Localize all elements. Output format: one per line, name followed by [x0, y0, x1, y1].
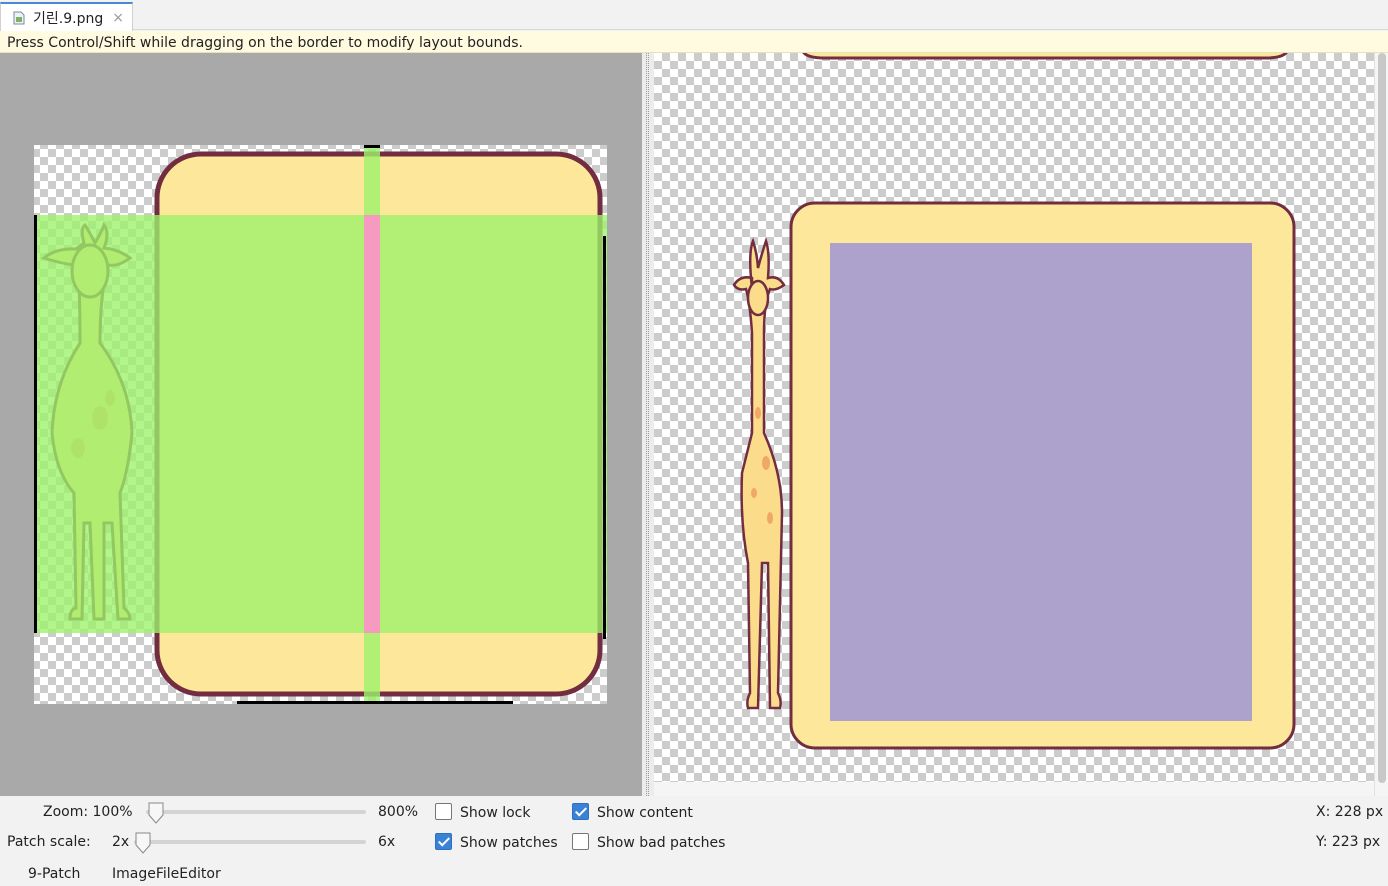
scroll-thumb[interactable] [1378, 53, 1386, 783]
tab-9-patch[interactable]: 9-Patch [28, 866, 80, 882]
zoom-slider-track [146, 810, 366, 814]
file-tab[interactable]: 기린.9.png × [0, 2, 133, 31]
preview-graphic [732, 43, 1296, 750]
zoom-slider[interactable] [146, 802, 366, 824]
stretch-preview [654, 43, 1374, 782]
zoom-max-label: 800% [378, 804, 419, 820]
splitter-grip[interactable] [646, 53, 649, 796]
show-lock-checkbox[interactable] [435, 803, 452, 820]
zoom-slider-knob[interactable] [148, 802, 164, 824]
content-area [830, 243, 1252, 721]
nine-patch-window: 기린.9.png × Press Control/Shift while dra… [0, 0, 1388, 886]
patch-scale-label: Patch scale: [7, 834, 91, 850]
close-icon[interactable]: × [112, 10, 124, 26]
preview-horizontal-scrollbar[interactable] [654, 782, 1374, 796]
show-content-label: Show content [597, 805, 693, 821]
preview-vertical-scrollbar[interactable] [1374, 53, 1388, 796]
cursor-y-readout: Y: 223 px [1316, 834, 1381, 850]
patch-scale-slider[interactable] [134, 832, 366, 854]
show-bad-patches-checkbox[interactable] [572, 833, 589, 850]
tab-image-file-editor[interactable]: ImageFileEditor [112, 866, 221, 882]
patch-scale-slider-track [134, 840, 366, 844]
show-content-checkbox[interactable] [572, 803, 589, 820]
patch-scale-min-label: 2x [112, 834, 130, 850]
show-lock-label: Show lock [460, 805, 531, 821]
patch-options-panel: Zoom: 100% 800% Patch scale: 2x 6x Show … [0, 796, 1388, 856]
patch-scale-max-label: 6x [378, 834, 396, 850]
show-bad-patches-label: Show bad patches [597, 835, 726, 851]
giraffe-preview-figure [732, 237, 786, 710]
patch-editor-image[interactable] [0, 53, 642, 796]
editor-mode-tabs: 9-Patch ImageFileEditor [0, 856, 1388, 886]
cursor-x-readout: X: 228 px [1316, 804, 1384, 820]
file-tab-strip: 기린.9.png × [0, 0, 1388, 31]
file-tab-label: 기린.9.png [33, 10, 104, 27]
splitter-handle[interactable] [642, 53, 654, 796]
hint-bar: Press Control/Shift while dragging on th… [0, 31, 1388, 53]
image-file-icon [13, 11, 25, 24]
show-patches-label: Show patches [460, 835, 558, 851]
zoom-label: Zoom: 100% [43, 804, 133, 820]
show-patches-checkbox[interactable] [435, 833, 452, 850]
patch-editor-canvas[interactable] [0, 53, 642, 796]
patch-scale-slider-knob[interactable] [135, 832, 151, 854]
